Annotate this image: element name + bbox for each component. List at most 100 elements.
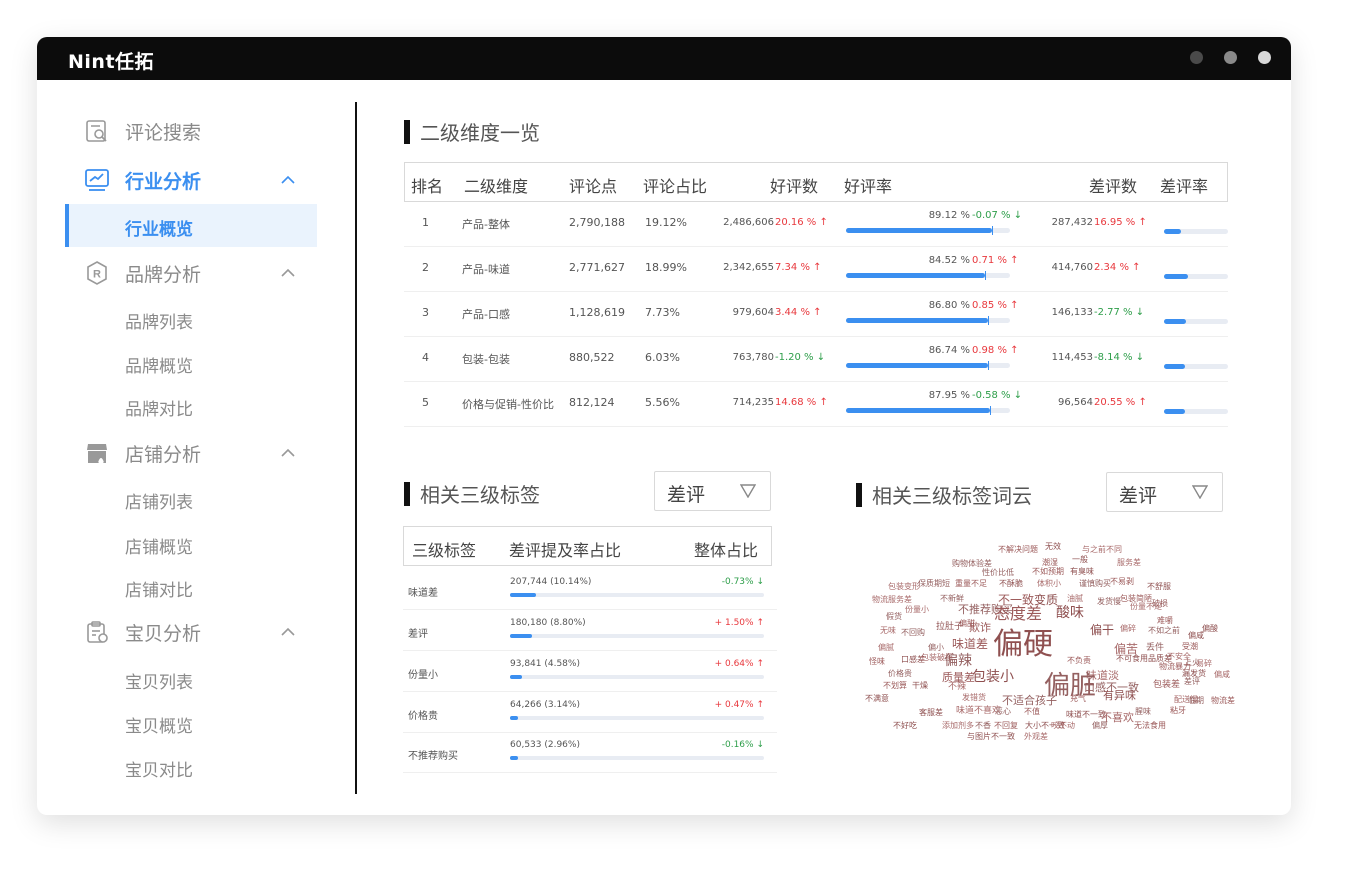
cloud-word[interactable]: 包装差 bbox=[1153, 681, 1180, 690]
cloud-word[interactable]: 偏酸 bbox=[1202, 625, 1218, 633]
tag-row[interactable]: 味道差 207,744 (10.14%) -0.73% ↓ bbox=[403, 569, 777, 610]
chevron-up-icon[interactable] bbox=[281, 266, 295, 280]
cloud-word[interactable]: 偏咸 bbox=[1188, 632, 1204, 640]
cloud-word[interactable]: 服务差 bbox=[1117, 559, 1141, 567]
cloud-word[interactable]: 难嚼 bbox=[1157, 617, 1173, 625]
cloud-word[interactable]: 不回购 bbox=[901, 629, 925, 637]
cloud-word[interactable]: 无味 bbox=[880, 627, 896, 635]
cloud-word[interactable]: 不满意 bbox=[865, 695, 889, 703]
sidebar-group-comment-search[interactable]: 评论搜索 bbox=[85, 116, 201, 146]
cloud-word[interactable]: 份量不足 bbox=[1130, 603, 1162, 611]
cloud-word[interactable]: 购物体验差 bbox=[952, 560, 992, 568]
sidebar-item-store-overview[interactable]: 店铺概览 bbox=[125, 533, 193, 558]
cloud-word[interactable]: 有异味 bbox=[1103, 690, 1136, 701]
cloud-word[interactable]: 偏厚 bbox=[1092, 722, 1108, 730]
cloud-word[interactable]: 谨慎购买 bbox=[1079, 580, 1111, 588]
cloud-word[interactable]: 不负责 bbox=[1067, 657, 1091, 665]
col-header[interactable]: 评论占比 bbox=[643, 173, 707, 197]
cloud-word[interactable]: 与图片不一致 bbox=[967, 733, 1015, 741]
cloud-word[interactable]: 不香 bbox=[975, 722, 991, 730]
chevron-up-icon[interactable] bbox=[281, 173, 295, 187]
cloud-word[interactable]: 不解决问题 bbox=[998, 546, 1038, 554]
cloud-word[interactable]: 包装变形 bbox=[888, 583, 920, 591]
cloud-word[interactable]: 不好吃 bbox=[893, 722, 917, 730]
sidebar-group-product[interactable]: 宝贝分析 bbox=[85, 617, 201, 647]
cloud-word[interactable]: 偏辣 bbox=[944, 654, 972, 668]
nint-logo[interactable]: Nint任拓 bbox=[68, 47, 154, 74]
col-header[interactable]: 差评数 bbox=[1089, 173, 1137, 197]
sidebar-item-store-compare[interactable]: 店铺对比 bbox=[125, 576, 193, 601]
cloud-word[interactable]: 不舒服 bbox=[1147, 583, 1171, 591]
cloud-word[interactable]: 性价比低 bbox=[982, 569, 1014, 577]
cloud-word[interactable]: 易碎 bbox=[1196, 660, 1212, 668]
cloud-word[interactable]: 干燥 bbox=[912, 682, 928, 690]
cloud-word[interactable]: 不如之前 bbox=[1148, 627, 1180, 635]
cloud-word[interactable]: 外观差 bbox=[1024, 733, 1048, 741]
cloud-word[interactable]: 份量小 bbox=[905, 606, 929, 614]
sidebar-group-industry[interactable]: 行业分析 bbox=[85, 165, 201, 195]
chevron-up-icon[interactable] bbox=[281, 446, 295, 460]
cloud-word[interactable]: 客服差 bbox=[919, 709, 943, 717]
col-header[interactable]: 二级维度 bbox=[464, 173, 528, 197]
cloud-word[interactable]: 拉肚子 bbox=[936, 623, 963, 632]
col-header[interactable]: 排名 bbox=[411, 173, 443, 197]
cloud-word[interactable]: 物流差 bbox=[1211, 697, 1235, 705]
cloud-word[interactable]: 与之前不同 bbox=[1082, 546, 1122, 554]
cloud-word[interactable]: 偏腻 bbox=[878, 644, 894, 652]
sidebar-item-brand-list[interactable]: 品牌列表 bbox=[125, 308, 193, 333]
cloud-word[interactable]: 价格贵 bbox=[888, 670, 912, 678]
cloud-word[interactable]: 重量不足 bbox=[955, 580, 987, 588]
sidebar-item-brand-compare[interactable]: 品牌对比 bbox=[125, 395, 193, 420]
cloud-word[interactable]: 发货慢 bbox=[1097, 598, 1121, 606]
cloud-word[interactable]: 一般 bbox=[1072, 556, 1088, 564]
cloud-word[interactable]: 丢件 bbox=[1146, 644, 1164, 653]
cloud-word[interactable]: 物流服务差 bbox=[872, 596, 912, 604]
tag-row[interactable]: 不推荐购买 60,533 (2.96%) -0.16% ↓ bbox=[403, 732, 777, 773]
cloud-word[interactable]: 发错货 bbox=[962, 694, 986, 702]
cloud-word[interactable]: 受潮 bbox=[1182, 643, 1198, 651]
col-header[interactable]: 差评率 bbox=[1160, 173, 1208, 197]
cloud-word[interactable]: 不酥脆 bbox=[999, 580, 1023, 588]
tags3-filter-select[interactable]: 差评 bbox=[654, 471, 771, 511]
col-header[interactable]: 好评数 bbox=[770, 173, 818, 197]
cloud-filter-select[interactable]: 差评 bbox=[1106, 472, 1223, 512]
cloud-word[interactable]: 体积小 bbox=[1037, 580, 1061, 588]
col-header[interactable]: 好评率 bbox=[844, 173, 892, 197]
cloud-word[interactable]: 怪味 bbox=[869, 658, 885, 666]
col-header[interactable]: 三级标签 bbox=[412, 537, 476, 561]
window-dot-icon[interactable] bbox=[1190, 51, 1203, 64]
cloud-word[interactable]: 不回复 bbox=[994, 722, 1018, 730]
sidebar-item-product-overview[interactable]: 宝贝概览 bbox=[125, 712, 193, 737]
cloud-word[interactable]: 粘牙 bbox=[1170, 707, 1186, 715]
cloud-word[interactable]: 无效 bbox=[1045, 543, 1061, 551]
tag-row[interactable]: 份量小 93,841 (4.58%) + 0.64% ↑ bbox=[403, 651, 777, 692]
window-dot-icon[interactable] bbox=[1224, 51, 1237, 64]
tag-row[interactable]: 价格贵 64,266 (3.14%) + 0.47% ↑ bbox=[403, 692, 777, 733]
cloud-word[interactable]: 临期 bbox=[1188, 697, 1204, 705]
cloud-word[interactable]: 咬不动 bbox=[1051, 722, 1075, 730]
cloud-word[interactable]: 偏碎 bbox=[1120, 625, 1136, 633]
cloud-word[interactable]: 偏小 bbox=[928, 644, 944, 652]
cloud-word[interactable]: 偏硬 bbox=[993, 630, 1053, 660]
chevron-up-icon[interactable] bbox=[281, 625, 295, 639]
sidebar-item-brand-overview[interactable]: 品牌概览 bbox=[125, 352, 193, 377]
cloud-word[interactable]: 味道差 bbox=[952, 638, 988, 650]
cloud-word[interactable]: 添加剂多 bbox=[942, 722, 974, 730]
cloud-word[interactable]: 有臭味 bbox=[1070, 568, 1094, 576]
col-header[interactable]: 整体占比 bbox=[694, 537, 758, 561]
cloud-word[interactable]: 偏咸 bbox=[1214, 671, 1230, 679]
cloud-word[interactable]: 腥味 bbox=[1135, 708, 1151, 716]
cloud-word[interactable]: 不易剥 bbox=[1110, 578, 1134, 586]
cloud-word[interactable]: 包装小 bbox=[972, 670, 1014, 684]
table-row[interactable]: 2 产品-味道 2,771,627 18.99% 2,342,655 7.34 % ↑ 84… bbox=[404, 247, 1228, 292]
sidebar-item-industry-overview[interactable]: 行业概览 bbox=[65, 204, 317, 247]
tag-row[interactable]: 差评 180,180 (8.80%) + 1.50% ↑ bbox=[403, 610, 777, 651]
sidebar-item-product-compare[interactable]: 宝贝对比 bbox=[125, 756, 193, 781]
cloud-word[interactable]: 不适合孩子 bbox=[1002, 695, 1057, 706]
cloud-word[interactable]: 充气 bbox=[1070, 695, 1086, 703]
cloud-word[interactable]: 潮湿 bbox=[1042, 559, 1058, 567]
cloud-word[interactable]: 恶心 bbox=[995, 708, 1011, 716]
cloud-word[interactable]: 油腻 bbox=[1067, 595, 1083, 603]
sidebar-item-store-list[interactable]: 店铺列表 bbox=[125, 488, 193, 513]
table-row[interactable]: 1 产品-整体 2,790,188 19.12% 2,486,606 20.16 % ↑ 8… bbox=[404, 202, 1228, 247]
